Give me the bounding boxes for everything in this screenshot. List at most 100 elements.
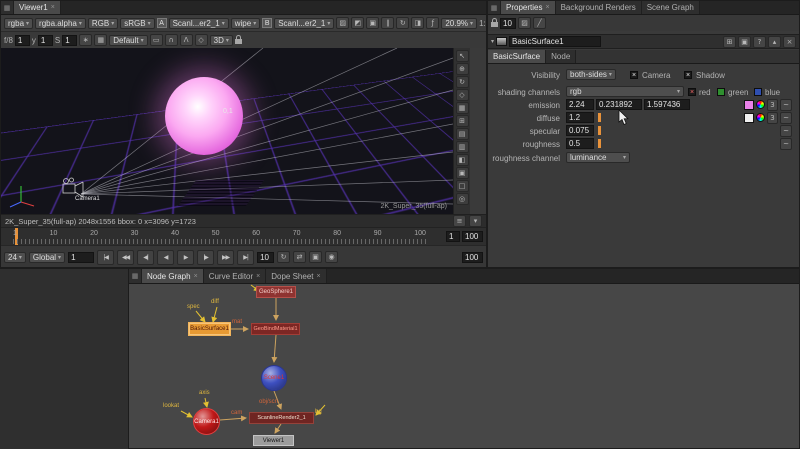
- diffuse-color-wheel-icon[interactable]: [756, 113, 765, 122]
- select-tool-icon[interactable]: ↖: [456, 50, 469, 62]
- emission-color-swatch[interactable]: [744, 100, 754, 110]
- node-geobindmaterial1[interactable]: GeoBindMaterial1: [251, 323, 300, 335]
- ipr-update-icon[interactable]: ◨: [411, 17, 424, 29]
- node-name-field[interactable]: BasicSurface1: [509, 36, 601, 47]
- lighting-toggle-icon[interactable]: ▣: [456, 167, 469, 179]
- diffuse-field[interactable]: 1.2: [566, 112, 594, 123]
- emission-animation-icon[interactable]: ~: [780, 99, 792, 111]
- view-lock-icon[interactable]: [235, 39, 242, 44]
- wipe-dropdown[interactable]: wipe▾: [231, 18, 260, 29]
- guides-icon[interactable]: ◇: [195, 34, 208, 46]
- tab-properties[interactable]: Properties ×: [501, 1, 556, 14]
- max-panels-field[interactable]: 10: [500, 18, 516, 29]
- frame-selected-icon[interactable]: □: [456, 180, 469, 192]
- node-geosphere1[interactable]: GeoSphere1: [256, 286, 296, 298]
- tab-node[interactable]: Node: [546, 50, 576, 63]
- center-view-icon[interactable]: ◎: [456, 193, 469, 205]
- frame-increment-field[interactable]: 10: [257, 252, 274, 263]
- range-in-field[interactable]: 1: [446, 231, 460, 242]
- scale-view-icon[interactable]: ◇: [456, 89, 469, 101]
- play-forward-button[interactable]: ▶: [177, 250, 194, 265]
- pane-menu-icon[interactable]: ▦: [488, 1, 501, 14]
- timeline-ruler[interactable]: 1 10 20 30 40 50 60 70 80 90 100 1 100: [1, 227, 486, 245]
- shading-channels-dropdown[interactable]: rgb▾: [566, 86, 684, 97]
- tab-basicsurface[interactable]: BasicSurface: [488, 50, 546, 63]
- lut-dropdown[interactable]: sRGB▾: [120, 18, 154, 29]
- gain-field[interactable]: 1: [15, 35, 30, 46]
- range-lock-icon[interactable]: ▣: [309, 251, 322, 263]
- diffuse-animation-icon[interactable]: ~: [780, 112, 792, 124]
- pause-icon[interactable]: ∥: [381, 17, 394, 29]
- specular-field[interactable]: 0.075: [566, 125, 594, 136]
- emission-channels-button[interactable]: 3: [767, 99, 778, 111]
- fps-dropdown[interactable]: 24▾: [4, 252, 26, 263]
- refresh-icon[interactable]: ↻: [396, 17, 409, 29]
- viewer-process-dropdown[interactable]: Default▾: [109, 35, 147, 46]
- viewer-3d-viewport[interactable]: 0,1 Camera1 2K_Super_35(full-ap): [1, 48, 453, 214]
- row-layout-icon[interactable]: ▤: [456, 128, 469, 140]
- disclosure-icon[interactable]: ▾: [491, 38, 494, 45]
- display-channel-dropdown[interactable]: RGB▾: [88, 18, 118, 29]
- node-scanliner ender2-1[interactable]: ScanlineRender2_1: [249, 412, 314, 424]
- clear-panels-icon[interactable]: ▨: [518, 17, 531, 29]
- grid-toggle-icon[interactable]: ⊞: [456, 115, 469, 127]
- input-b-badge[interactable]: B: [262, 18, 272, 28]
- roughness-channel-dropdown[interactable]: luminance▾: [566, 152, 630, 163]
- node-viewer1[interactable]: Viewer1: [253, 435, 294, 446]
- red-channel-checkbox[interactable]: ×: [688, 88, 696, 96]
- emission-color-wheel-icon[interactable]: [756, 100, 765, 109]
- close-panel-icon[interactable]: ×: [783, 36, 796, 48]
- zebra-icon[interactable]: ▦: [94, 34, 107, 46]
- diffuse-slider-handle[interactable]: [598, 113, 601, 122]
- add-object-icon[interactable]: ⊕: [456, 63, 469, 75]
- column-layout-icon[interactable]: ▥: [456, 141, 469, 153]
- shading-mode-icon[interactable]: ◧: [456, 154, 469, 166]
- emission-b-field[interactable]: 1.597436: [644, 99, 690, 110]
- wireframe-toggle-icon[interactable]: ▦: [456, 102, 469, 114]
- step-forward-button[interactable]: |▶: [197, 250, 214, 265]
- roughness-field[interactable]: 0.5: [566, 138, 594, 149]
- input-b-dropdown[interactable]: Scanl...er2_1▾: [274, 18, 334, 29]
- tab-scene-graph[interactable]: Scene Graph: [642, 1, 700, 14]
- shadow-checkbox[interactable]: ×: [684, 71, 692, 79]
- roughness-slider-handle[interactable]: [598, 139, 601, 148]
- collapse-icon[interactable]: ▾: [469, 215, 482, 227]
- help-icon[interactable]: ?: [753, 36, 766, 48]
- channel-layer-dropdown[interactable]: rgba▾: [4, 18, 33, 29]
- center-node-icon[interactable]: ⊞: [723, 36, 736, 48]
- view-select-dropdown[interactable]: 3D▾: [210, 35, 233, 46]
- close-icon[interactable]: ×: [51, 4, 55, 11]
- tab-dope-sheet[interactable]: Dope Sheet ×: [266, 269, 326, 283]
- checker-icon[interactable]: ▨: [336, 17, 349, 29]
- input-process-icon[interactable]: ƒ: [426, 17, 439, 29]
- input-a-dropdown[interactable]: Scanl...er2_1▾: [169, 18, 229, 29]
- node-color-chip[interactable]: [496, 37, 507, 46]
- minimize-panel-icon[interactable]: ▴: [768, 36, 781, 48]
- node-camera1[interactable]: Camera1: [193, 408, 220, 435]
- camera-checkbox[interactable]: ×: [630, 71, 638, 79]
- float-panel-icon[interactable]: ▣: [738, 36, 751, 48]
- roi-icon[interactable]: ◩: [351, 17, 364, 29]
- record-icon[interactable]: ◉: [325, 251, 338, 263]
- gamma-field[interactable]: 1: [38, 35, 53, 46]
- close-icon[interactable]: ×: [194, 273, 198, 280]
- zoom-dropdown[interactable]: 20.9%▾: [441, 18, 477, 29]
- end-frame-field[interactable]: 100: [462, 252, 483, 263]
- close-icon[interactable]: ×: [545, 4, 549, 11]
- visibility-dropdown[interactable]: both-sides▾: [566, 69, 616, 80]
- info-menu-icon[interactable]: ≡: [453, 215, 466, 227]
- tab-node-graph[interactable]: Node Graph ×: [142, 269, 204, 283]
- current-frame-field[interactable]: 1: [68, 252, 94, 263]
- pane-menu-icon[interactable]: ▦: [129, 269, 142, 283]
- loop-mode-icon[interactable]: ↻: [277, 251, 290, 263]
- histogram-icon[interactable]: Λ: [180, 34, 193, 46]
- pane-menu-icon[interactable]: ▦: [1, 1, 14, 14]
- safe-zone-icon[interactable]: ∩: [165, 34, 178, 46]
- lock-panels-icon[interactable]: [491, 22, 498, 27]
- next-keyframe-button[interactable]: ▶▶: [217, 250, 234, 265]
- play-backward-button[interactable]: ◀: [157, 250, 174, 265]
- goto-start-button[interactable]: |◀: [97, 250, 114, 265]
- input-a-badge[interactable]: A: [157, 18, 167, 28]
- rotate-view-icon[interactable]: ↻: [456, 76, 469, 88]
- diffuse-color-swatch[interactable]: [744, 113, 754, 123]
